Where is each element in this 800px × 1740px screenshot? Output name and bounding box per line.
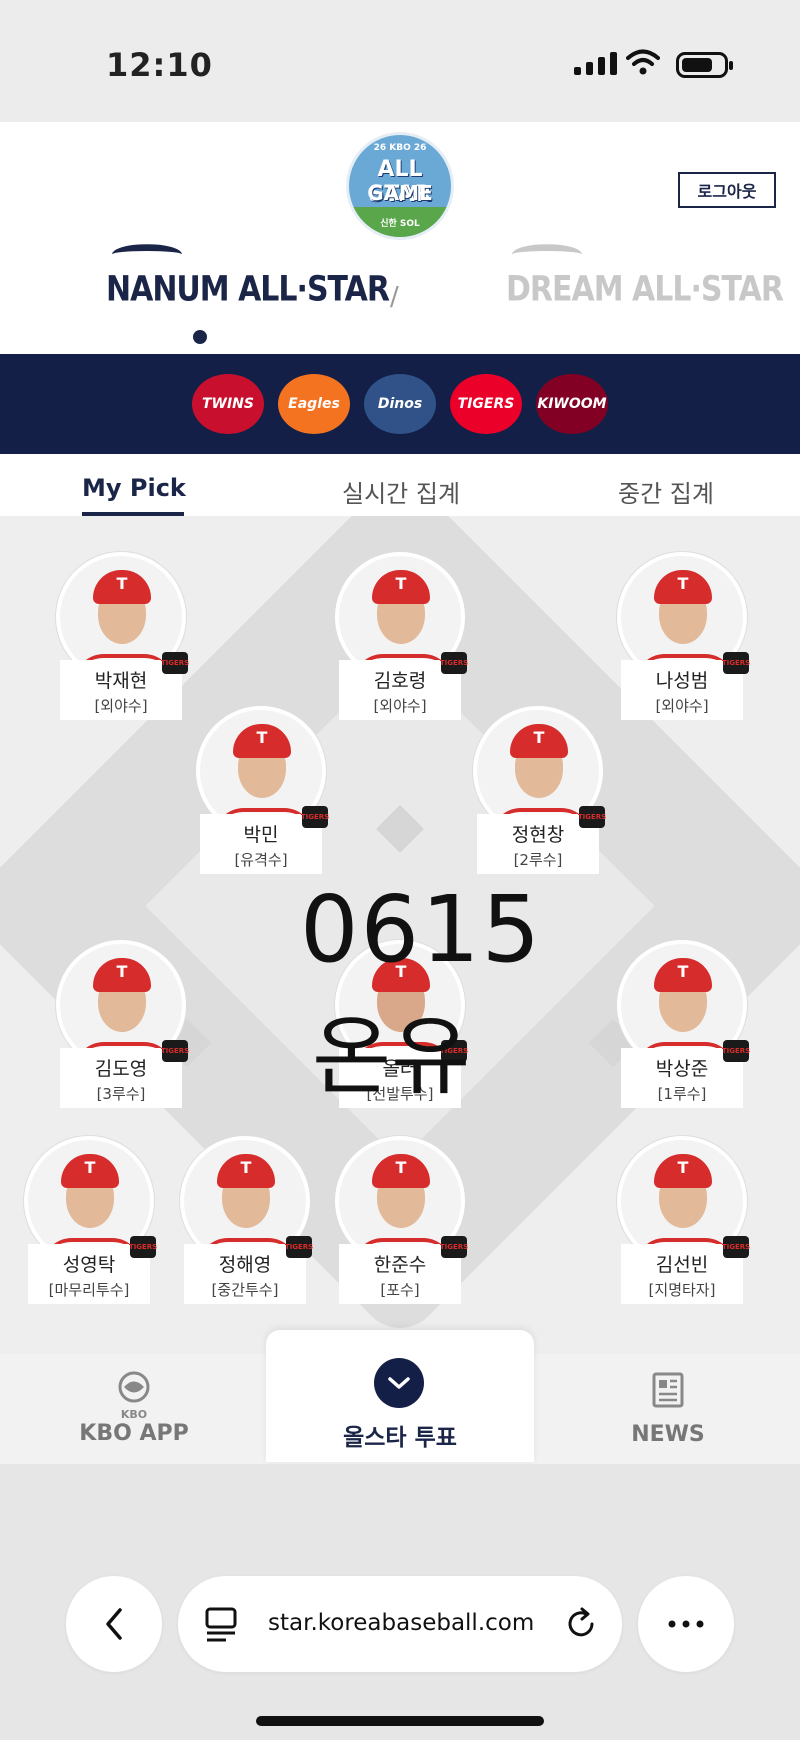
player-position: [포수] xyxy=(380,1281,420,1299)
player-card[interactable]: T TIGERS 박민 [유격수] xyxy=(196,706,329,886)
view-tabs: My Pick 실시간 집계 중간 집계 xyxy=(0,454,800,516)
reader-mode-icon[interactable] xyxy=(204,1606,238,1644)
nav-vote-label: 올스타 투표 xyxy=(343,1425,457,1451)
nav-news[interactable]: NEWS xyxy=(588,1370,748,1447)
team-logo-eagles[interactable]: Eagles xyxy=(278,374,350,434)
overlay-number: 0615 xyxy=(300,876,543,983)
player-card[interactable]: T TIGERS 김선빈 [지명타자] xyxy=(617,1136,750,1316)
kbo-logo-text: KBO xyxy=(120,1408,148,1421)
player-position: [3루수] xyxy=(96,1085,146,1103)
ellipsis-icon xyxy=(668,1620,704,1628)
tigers-badge-icon: TIGERS xyxy=(440,652,468,674)
tigers-badge-icon: TIGERS xyxy=(129,1236,157,1258)
team-filter-strip: TWINS Eagles Dinos TIGERS KIWOOM xyxy=(0,354,800,454)
player-card[interactable]: T TIGERS 김도영 [3루수] xyxy=(56,940,189,1120)
nanum-allstar-tab[interactable]: NANUM ALL·STAR xyxy=(106,244,390,310)
more-options-button[interactable] xyxy=(638,1576,734,1672)
logout-button[interactable]: 로그아웃 xyxy=(678,172,776,208)
team-logo-kiwoom[interactable]: KIWOOM xyxy=(536,374,608,434)
tab-live-tally[interactable]: 실시간 집계 xyxy=(342,474,460,509)
url-text: star.koreabaseball.com xyxy=(268,1610,535,1636)
tigers-badge-icon: TIGERS xyxy=(722,1040,750,1062)
nav-kbo-app-label: KBO APP xyxy=(79,1421,189,1446)
nav-news-label: NEWS xyxy=(631,1422,705,1447)
player-card[interactable]: T TIGERS 박상준 [1루수] xyxy=(617,940,750,1120)
tigers-badge-icon: TIGERS xyxy=(440,1236,468,1258)
status-time: 12:10 xyxy=(106,46,213,84)
status-bar: 12:10 xyxy=(0,0,800,122)
reload-icon[interactable] xyxy=(564,1606,598,1642)
player-position: [중간투수] xyxy=(211,1281,279,1299)
newspaper-icon xyxy=(652,1372,684,1408)
player-position: [유격수] xyxy=(234,851,288,869)
kbo-logo-icon xyxy=(118,1371,150,1403)
team-logo-dinos[interactable]: Dinos xyxy=(364,374,436,434)
tigers-badge-icon: TIGERS xyxy=(578,806,606,828)
chevron-left-icon xyxy=(106,1608,122,1640)
wifi-icon xyxy=(626,49,660,75)
cellular-signal-icon xyxy=(574,52,617,75)
tigers-badge-icon: TIGERS xyxy=(722,1236,750,1258)
team-logo-tigers[interactable]: TIGERS xyxy=(450,374,522,434)
player-card[interactable]: T TIGERS 한준수 [포수] xyxy=(335,1136,468,1316)
back-button[interactable] xyxy=(66,1576,162,1672)
player-position: [1루수] xyxy=(657,1085,707,1103)
player-card[interactable]: T TIGERS 정해영 [중간투수] xyxy=(180,1136,313,1316)
team-logo-twins[interactable]: TWINS xyxy=(192,374,264,434)
battery-icon xyxy=(676,52,733,78)
player-card[interactable]: T TIGERS 성영탁 [마무리투수] xyxy=(24,1136,157,1316)
tab-my-pick[interactable]: My Pick xyxy=(82,474,186,502)
tigers-badge-icon: TIGERS xyxy=(301,806,329,828)
address-bar[interactable]: star.koreabaseball.com xyxy=(178,1576,622,1672)
nav-kbo-app[interactable]: KBO KBO APP xyxy=(54,1370,214,1446)
overlay-text: 온유 xyxy=(312,1007,471,1107)
brand-separator: / xyxy=(390,282,399,312)
tigers-badge-icon: TIGERS xyxy=(285,1236,313,1258)
player-position: [외야수] xyxy=(373,697,427,715)
player-card[interactable]: T TIGERS 김호령 [외야수] xyxy=(335,552,468,732)
player-card[interactable]: T TIGERS 박재현 [외야수] xyxy=(56,552,189,732)
player-position: [2루수] xyxy=(513,851,563,869)
player-position: [마무리투수] xyxy=(48,1281,130,1299)
page-header: 26 KBO 26 ALL STAR GAME 신한 SOL 로그아웃 NANU… xyxy=(0,122,800,354)
player-card[interactable]: T TIGERS 정현창 [2루수] xyxy=(473,706,606,886)
dream-allstar-tab[interactable]: DREAM ALL·STAR xyxy=(506,244,784,310)
allstar-game-logo: 26 KBO 26 ALL STAR GAME 신한 SOL xyxy=(346,132,454,240)
player-position: [지명타자] xyxy=(648,1281,716,1299)
nav-allstar-vote[interactable]: 올스타 투표 xyxy=(266,1330,534,1462)
tigers-badge-icon: TIGERS xyxy=(161,1040,189,1062)
player-card[interactable]: T TIGERS 나성범 [외야수] xyxy=(617,552,750,732)
tab-mid-tally[interactable]: 중간 집계 xyxy=(618,474,714,509)
tigers-badge-icon: TIGERS xyxy=(722,652,750,674)
selected-indicator xyxy=(193,330,207,344)
browser-toolbar: star.koreabaseball.com xyxy=(0,1464,800,1740)
lineup-field: T TIGERS 박재현 [외야수] T TIGERS 김호령 [외야수] T TI… xyxy=(0,516,800,1354)
home-indicator xyxy=(256,1716,544,1726)
chevron-down-icon[interactable] xyxy=(374,1358,424,1408)
tigers-badge-icon: TIGERS xyxy=(161,652,189,674)
player-position: [외야수] xyxy=(94,697,148,715)
player-position: [외야수] xyxy=(655,697,709,715)
